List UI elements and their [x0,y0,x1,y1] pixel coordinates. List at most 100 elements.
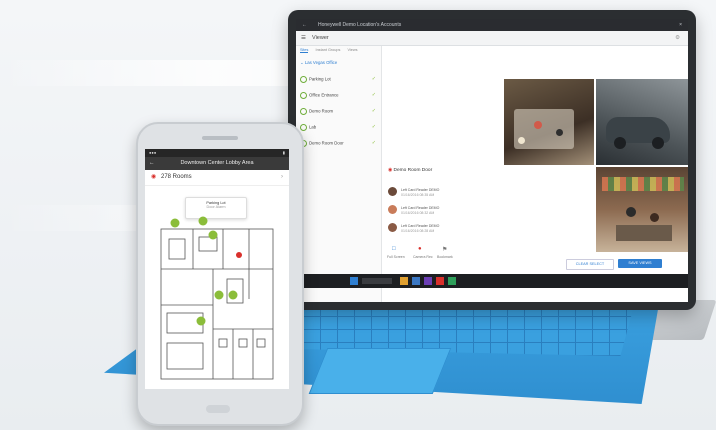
avatar [388,205,397,214]
check-icon: ✓ [371,92,376,98]
app-header-title: Viewer [312,35,329,41]
event-label: Left Card Reader DEMO [401,188,440,192]
phone-screen: ●●● ▮ ← Downtown Center Lobby Area ◉ 278… [145,149,289,389]
camera-marker[interactable] [228,290,238,300]
event-time: 01/16/2016 08:35 AM [401,193,435,197]
list-item[interactable]: Left Card Reader DEMO 01/16/2016 08:35 A… [388,186,496,204]
tablet-screen: ← Honeywell Demo Location's Accounts × ☰… [296,19,688,302]
site-group[interactable]: ⌄ Las Vegas Office [300,60,376,66]
person [626,207,636,217]
fullscreen-label: Full Screen [387,255,405,259]
phone-title: Downtown Center Lobby Area [180,160,254,166]
clear-select-button[interactable]: CLEAR SELECT [566,259,614,270]
detail-title-text: Demo Room Door [393,168,433,173]
camera-tile-lobby[interactable] [504,79,594,165]
os-taskbar [296,274,688,288]
window-titlebar: ← Honeywell Demo Location's Accounts × [296,19,688,31]
list-item[interactable]: Left Card Reader DEMO 01/16/2016 08:32 A… [388,204,496,222]
alarm-marker[interactable] [236,252,242,258]
camera-status-icon [300,124,307,131]
folder-icon[interactable] [400,277,408,285]
sidebar-item-label: Parking Lot [309,76,331,82]
signal-icon: ●●● [149,150,157,155]
sidebar-tabs: Sites Instant Groups Views [300,48,364,53]
tab-views[interactable]: Views [347,48,357,52]
camera-marker[interactable] [214,290,224,300]
chevron-down-icon: ⌄ [300,60,304,65]
back-arrow-icon[interactable]: ← [302,19,307,31]
bookmark-label: Bookmark [437,255,453,259]
site-group-label: Las Vegas Office [304,60,338,65]
trackpad [308,348,452,394]
person [534,121,542,129]
start-icon[interactable] [350,277,358,285]
sidebar-item-demo-room[interactable]: Demo Room ✓ [300,108,376,115]
speaker-grille [202,136,238,140]
phone-header: ◉ 278 Rooms › [145,170,289,186]
rooms-label: 278 Rooms [161,174,192,180]
camera-markers[interactable] [170,216,243,326]
sidebar-item-office-entrance[interactable]: Office Entrance ✓ [300,92,376,99]
sidebar-item-label: Demo Room Door [309,140,344,146]
event-time: 01/16/2016 08:28 AM [401,229,435,233]
camera-tile-store[interactable] [596,167,688,252]
sidebar-item-label: Demo Room [309,108,334,114]
close-icon[interactable]: × [679,19,682,31]
tab-sites[interactable]: Sites [300,48,309,53]
back-arrow-icon[interactable]: ← [149,157,155,170]
avatar [388,223,397,232]
alert-icon: ◉ [388,168,393,173]
person [556,129,563,136]
shelf [602,177,684,191]
list-item[interactable]: Left Card Reader DEMO 01/16/2016 08:28 A… [388,222,496,240]
event-label: Left Card Reader DEMO [401,206,440,210]
avatar [388,187,397,196]
event-label: Left Card Reader DEMO [401,224,440,228]
detail-title: ◉ Demo Room Door [388,168,432,173]
app-header: ☰ Viewer ⚙ [296,31,688,46]
settings-icon[interactable]: ⚙ [675,31,680,45]
sidebar-item-lab[interactable]: Lab ✓ [300,124,376,131]
counter [616,225,672,241]
person [518,137,525,144]
camera-status-icon [300,92,307,99]
view-controls: □ Full Screen ● Camera Rec ⚑ Bookmark [382,246,502,266]
camera-grid [504,79,688,252]
tablet-device: ← Honeywell Demo Location's Accounts × ☰… [288,10,696,310]
app-icon[interactable] [448,277,456,285]
alert-icon: ◉ [151,174,157,180]
record-label: Camera Rec [413,255,433,259]
fullscreen-icon[interactable]: □ [392,246,396,252]
menu-icon[interactable]: ☰ [301,31,306,45]
edge-icon[interactable] [412,277,420,285]
tab-instant-groups[interactable]: Instant Groups [316,48,341,52]
tooltip-title: Parking Lot [206,201,226,205]
home-indicator[interactable] [206,405,230,413]
app-icon[interactable] [436,277,444,285]
camera-marker[interactable] [208,230,218,240]
record-icon[interactable]: ● [418,246,422,252]
camera-status-icon [300,108,307,115]
floor-plan[interactable] [153,209,281,385]
check-icon: ✓ [371,108,376,114]
search-box[interactable] [362,278,392,284]
bookmark-icon[interactable]: ⚑ [442,246,447,253]
save-views-button[interactable]: SAVE VIEWS [618,259,662,268]
check-icon: ✓ [371,140,376,146]
sidebar-item-parking-lot[interactable]: Parking Lot ✓ [300,76,376,83]
check-icon: ✓ [371,76,376,82]
app-icon[interactable] [424,277,432,285]
battery-icon: ▮ [282,150,285,155]
camera-marker[interactable] [170,218,180,228]
sidebar-item-label: Office Entrance [309,92,339,98]
chevron-right-icon[interactable]: › [281,170,283,185]
window-title: Honeywell Demo Location's Accounts [318,22,402,28]
sidebar-item-demo-room-door[interactable]: Demo Room Door ✓ [300,140,376,147]
sites-sidebar: Sites Instant Groups Views ⌄ Las Vegas O… [296,46,382,302]
camera-marker[interactable] [198,216,208,226]
camera-tile-garage[interactable] [596,79,688,165]
event-list: Left Card Reader DEMO 01/16/2016 08:35 A… [388,186,496,240]
wheel [614,137,626,149]
sidebar-item-label: Lab [309,124,317,130]
camera-marker[interactable] [196,316,206,326]
